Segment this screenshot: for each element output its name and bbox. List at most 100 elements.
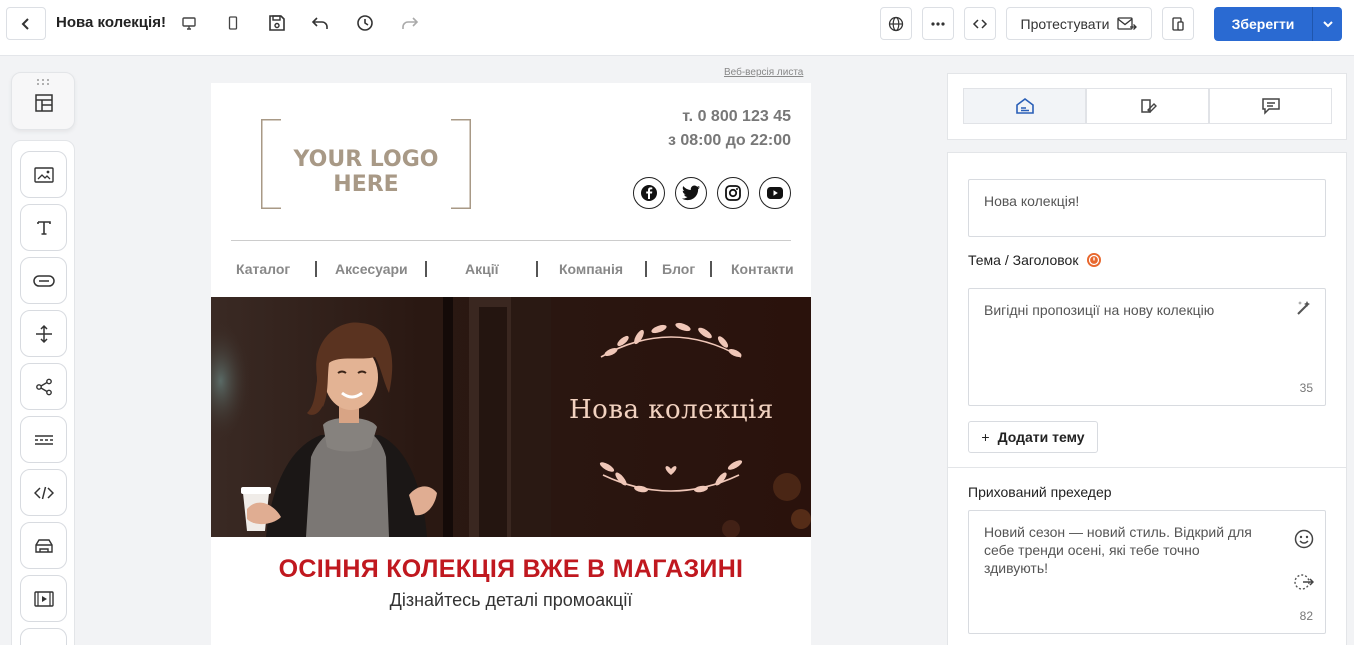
settings-panel: Нова колекція! Тема / Заголовок Вигідні …	[947, 152, 1347, 645]
nav-item-contacts[interactable]: Контакти	[731, 261, 794, 277]
hero-banner[interactable]: Нова колекція	[211, 297, 811, 537]
test-button[interactable]: Протестувати	[1006, 7, 1152, 40]
settings-tabs	[947, 73, 1347, 140]
tab-comments[interactable]	[1209, 88, 1332, 124]
document-title[interactable]: Нова колекція!	[56, 14, 166, 31]
globe-icon	[888, 16, 904, 31]
save-button-group: Зберегти	[1214, 7, 1342, 41]
tab-envelope-settings[interactable]	[963, 88, 1086, 124]
save-button[interactable]: Зберегти	[1214, 7, 1312, 41]
text-tool[interactable]	[20, 204, 67, 251]
social-tool[interactable]	[20, 363, 67, 410]
comments-icon	[1261, 98, 1280, 115]
text-icon	[36, 220, 51, 235]
header-divider	[231, 240, 791, 241]
more-options-button[interactable]	[922, 7, 954, 40]
personalize-icon[interactable]	[1294, 573, 1314, 591]
undo-button[interactable]	[307, 10, 333, 36]
more-horizontal-icon	[931, 21, 945, 26]
chevron-left-icon	[21, 17, 29, 30]
send-mail-icon	[1117, 16, 1138, 30]
code-view-button[interactable]	[964, 7, 996, 40]
subheadline[interactable]: Дізнайтесь деталі промоакції	[211, 590, 811, 611]
button-icon	[32, 274, 55, 287]
layout-tool-card[interactable]	[11, 72, 75, 130]
save-draft-button[interactable]	[264, 10, 290, 36]
section-divider	[948, 467, 1346, 468]
desktop-view-button[interactable]	[176, 10, 202, 36]
sender-name-input[interactable]: Нова колекція!	[968, 179, 1326, 237]
preheader-label: Прихований прехедер	[968, 484, 1112, 500]
video-tool[interactable]	[20, 575, 67, 622]
undo-icon	[311, 17, 328, 29]
product-tool[interactable]	[20, 522, 67, 569]
spacer-tool[interactable]	[20, 310, 67, 357]
mobile-icon	[228, 16, 238, 30]
nav-item-blog[interactable]: Блог	[662, 261, 695, 277]
clock-icon	[357, 15, 373, 31]
code-icon	[972, 18, 988, 29]
youtube-icon	[767, 187, 783, 199]
add-subject-button[interactable]: + Додати тему	[968, 421, 1098, 453]
desktop-icon	[182, 17, 196, 30]
html-tool[interactable]	[20, 469, 67, 516]
tab-design[interactable]	[1086, 88, 1209, 124]
floppy-disk-icon	[269, 15, 285, 31]
image-tool[interactable]	[20, 151, 67, 198]
instagram-link[interactable]	[717, 177, 749, 209]
redo-icon	[402, 17, 419, 29]
headline[interactable]: ОСІННЯ КОЛЕКЦІЯ ВЖЕ В МАГАЗИНІ	[211, 555, 811, 584]
divider-tool[interactable]	[20, 416, 67, 463]
emoji-icon[interactable]	[1294, 529, 1314, 549]
plus-icon: +	[981, 429, 990, 445]
redo-button[interactable]	[397, 10, 423, 36]
nav-separator	[425, 261, 427, 277]
layout-icon	[35, 94, 53, 112]
nav-separator	[315, 261, 317, 277]
hero-title: Нова колекція	[569, 395, 774, 425]
devices-icon	[1172, 16, 1184, 31]
youtube-link[interactable]	[759, 177, 791, 209]
product-card-icon	[34, 538, 53, 553]
preheader-input[interactable]: Новий сезон — новий стиль. Відкрий для с…	[968, 510, 1326, 634]
divider-icon	[34, 434, 53, 445]
share-icon	[35, 378, 52, 395]
nav-separator	[710, 261, 712, 277]
test-button-label: Протестувати	[1020, 15, 1110, 32]
back-button[interactable]	[6, 7, 46, 40]
preheader-char-counter: 82	[1299, 609, 1313, 623]
language-button[interactable]	[880, 7, 912, 40]
info-icon[interactable]	[1086, 252, 1102, 268]
twitter-icon	[682, 185, 700, 201]
image-icon	[33, 166, 54, 183]
subject-input[interactable]: Вигідні пропозиції на нову колекцію 35	[968, 288, 1326, 406]
chevron-down-icon	[1322, 21, 1333, 28]
button-tool[interactable]	[20, 257, 67, 304]
top-bar: Нова колекція! Протестувати Зберегти	[0, 0, 1354, 56]
nav-item-accessories[interactable]: Аксесуари	[335, 261, 408, 277]
content-tools-panel	[11, 140, 75, 645]
spacer-icon	[35, 324, 52, 343]
video-icon	[33, 590, 54, 607]
device-preview-button[interactable]	[1162, 7, 1194, 40]
working-hours: з 08:00 до 22:00	[667, 132, 791, 149]
logo[interactable]: YOUR LOGO HERE	[261, 119, 471, 209]
twitter-link[interactable]	[675, 177, 707, 209]
facebook-link[interactable]	[633, 177, 665, 209]
design-icon	[1140, 99, 1157, 113]
history-button[interactable]	[352, 10, 378, 36]
mobile-view-button[interactable]	[220, 10, 246, 36]
magic-wand-icon[interactable]	[1295, 299, 1313, 317]
logo-text: YOUR LOGO HERE	[293, 147, 439, 197]
nav-item-promotions[interactable]: Акції	[465, 261, 499, 277]
web-version-link[interactable]: Веб-версія листа	[724, 67, 803, 78]
nav-item-company[interactable]: Компанія	[559, 261, 623, 277]
drag-handle-icon[interactable]	[36, 78, 50, 86]
email-canvas[interactable]: YOUR LOGO HERE т. 0 800 123 45 з 08:00 д…	[211, 83, 811, 645]
contact-info: т. 0 800 123 45 з 08:00 до 22:00	[668, 105, 791, 153]
nav-item-catalog[interactable]: Каталог	[236, 261, 290, 277]
subject-char-counter: 35	[1299, 381, 1313, 395]
save-options-button[interactable]	[1312, 7, 1342, 41]
subject-text: Вигідні пропозиції на нову колекцію	[984, 302, 1215, 318]
more-tool[interactable]	[20, 628, 67, 645]
